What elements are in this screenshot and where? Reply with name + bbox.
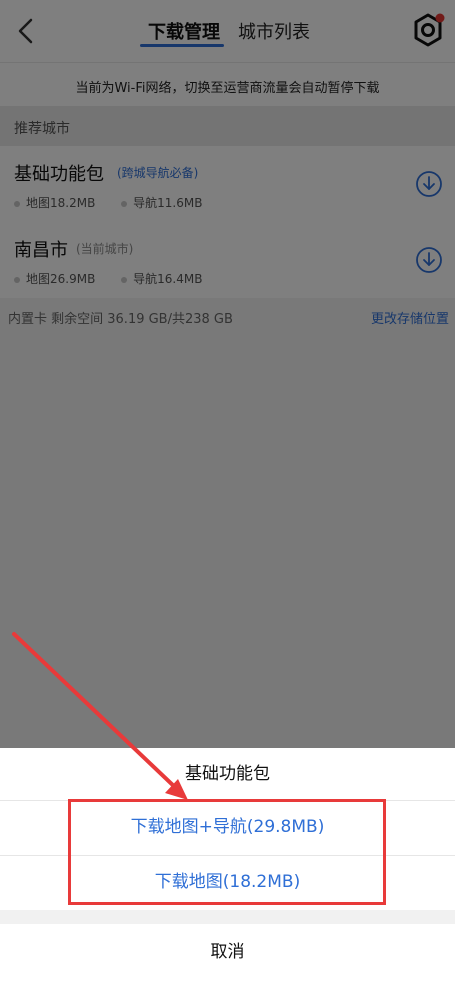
cancel-button[interactable]: 取消 xyxy=(0,924,455,981)
sheet-divider xyxy=(0,910,455,924)
annotation-highlight-box xyxy=(68,799,386,905)
action-sheet-title: 基础功能包 xyxy=(0,748,455,801)
